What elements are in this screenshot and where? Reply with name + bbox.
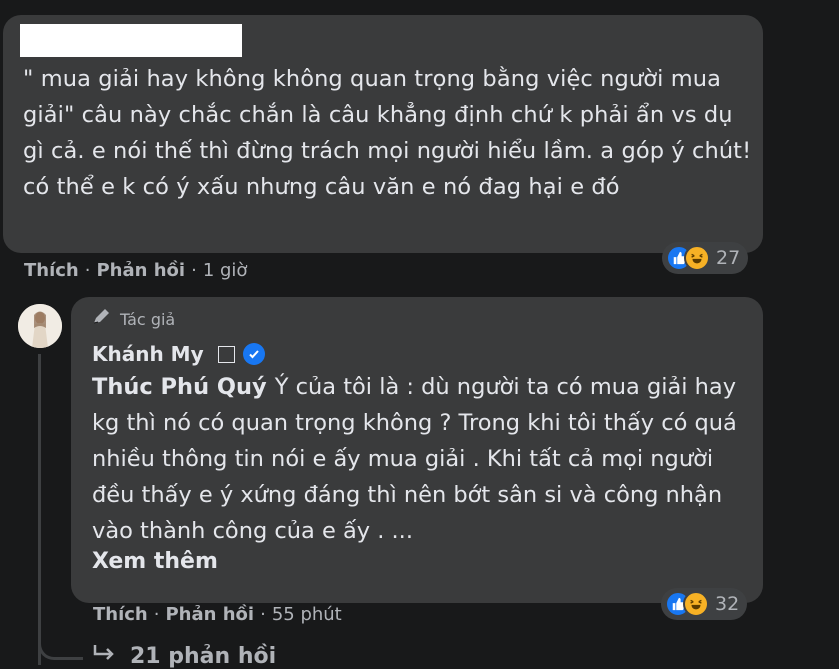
verified-icon: [242, 343, 265, 365]
timestamp[interactable]: 1 giờ: [203, 260, 248, 281]
thread-connector: [38, 615, 83, 660]
reply-link[interactable]: Phản hồi: [96, 260, 185, 281]
reply-text: Thúc Phú Quý Ý của tôi là : dù người ta c…: [92, 369, 752, 549]
reaction-summary[interactable]: 27: [662, 242, 749, 274]
reply-link[interactable]: Phản hồi: [165, 604, 254, 625]
reply-arrow-icon: [92, 643, 118, 669]
author-name-row: Khánh My: [92, 342, 265, 366]
author-name[interactable]: Khánh My: [92, 342, 204, 366]
comment-actions: Thích · Phản hồi · 1 giờ: [24, 260, 248, 281]
author-badge: Tác giả: [92, 309, 175, 329]
haha-icon: [684, 245, 710, 271]
pen-icon: [92, 309, 112, 329]
comment-text: " mua giải hay không không quan trọng bằ…: [23, 66, 752, 200]
view-replies-link[interactable]: 21 phản hồi: [92, 643, 276, 669]
like-link[interactable]: Thích: [24, 260, 79, 281]
see-more-link[interactable]: Xem thêm: [92, 549, 218, 574]
avatar[interactable]: [18, 304, 62, 348]
reply-actions: Thích · Phản hồi · 55 phút: [93, 604, 342, 625]
mention-link[interactable]: Thúc Phú Quý: [92, 374, 267, 400]
square-icon: [217, 345, 235, 363]
reaction-count: 32: [715, 593, 740, 615]
redacted-author-name: [20, 24, 242, 57]
reaction-summary[interactable]: 32: [661, 588, 748, 620]
reaction-count: 27: [716, 247, 741, 269]
timestamp[interactable]: 55 phút: [272, 604, 342, 625]
like-link[interactable]: Thích: [93, 604, 148, 625]
author-badge-label: Tác giả: [120, 309, 176, 329]
haha-icon: [683, 591, 709, 617]
